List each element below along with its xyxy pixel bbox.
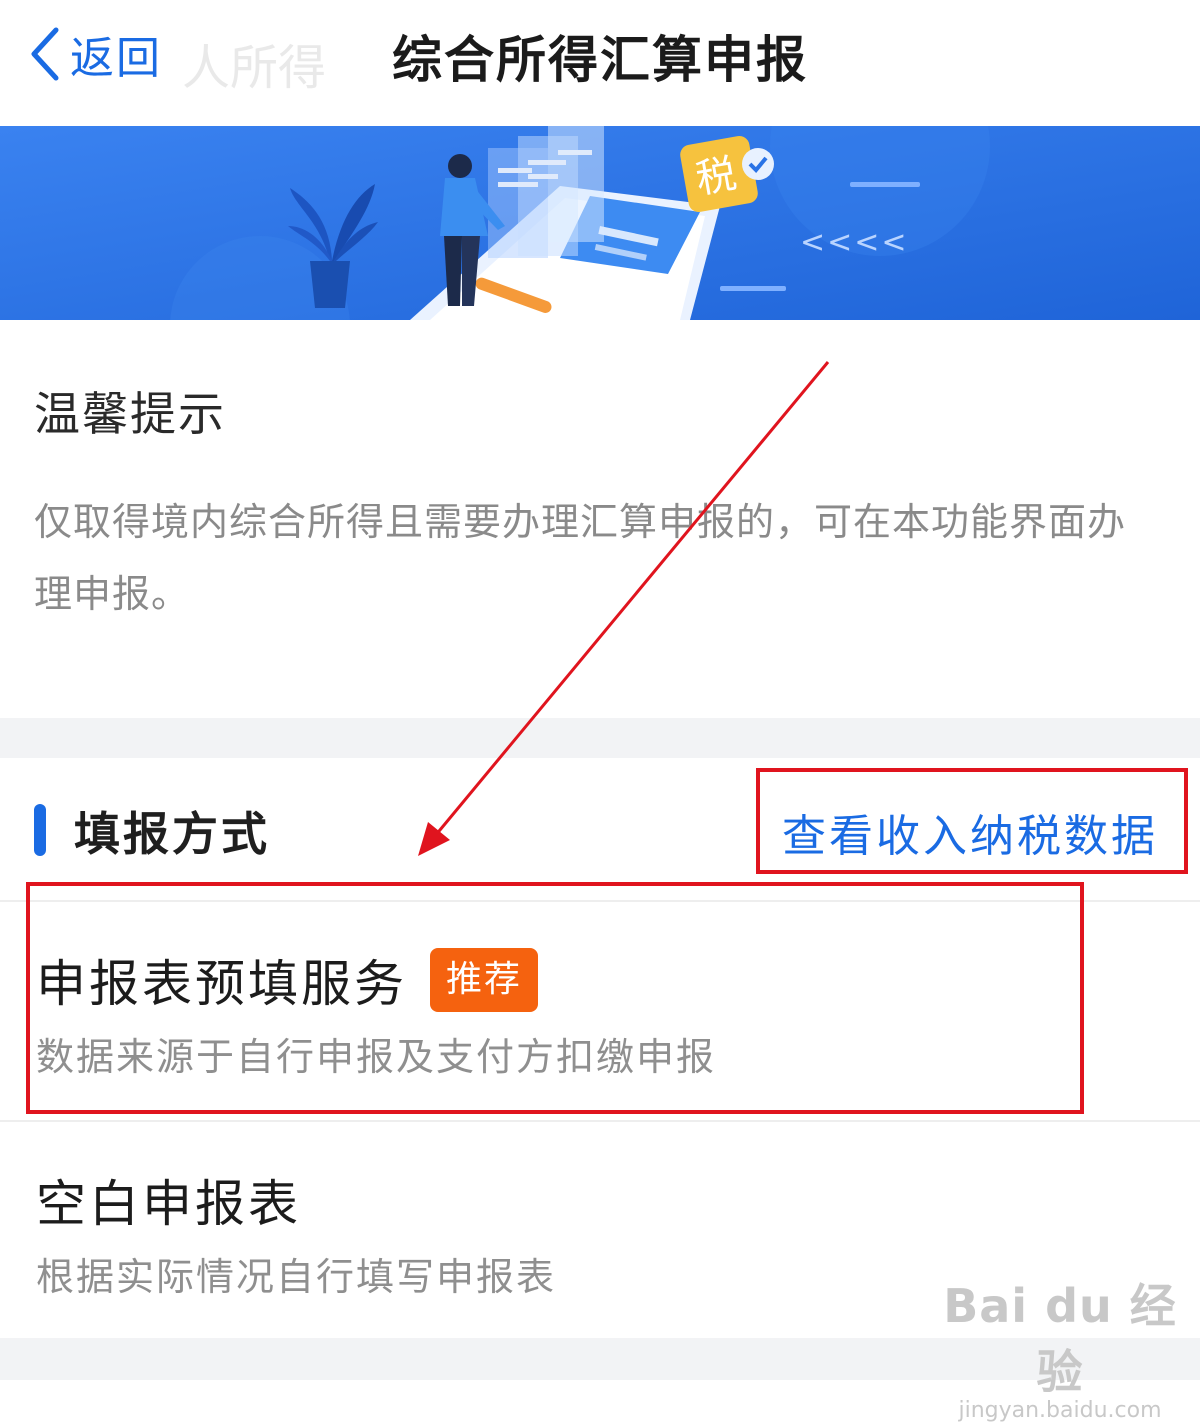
- nav-bar: 返回 人所得 综合所得汇算申报: [0, 0, 1200, 126]
- section-gap: [0, 718, 1200, 758]
- tax-badge-text: 税: [692, 151, 739, 203]
- divider: [0, 1120, 1200, 1122]
- tips-body: 仅取得境内综合所得且需要办理汇算申报的，可在本功能界面办理申报。: [34, 500, 1127, 616]
- chevrons-decoration: <<<<: [800, 225, 909, 260]
- option-title: 空白申报表: [36, 1175, 301, 1233]
- annotation-box-income-link: [756, 768, 1188, 874]
- watermark-sub: jingyan.baidu.com: [958, 1398, 1162, 1423]
- method-section-title: 填报方式: [74, 807, 270, 861]
- annotation-box-prefill-option: [26, 882, 1084, 1114]
- section-accent-bar: [34, 804, 46, 856]
- tips-title: 温馨提示: [34, 387, 226, 441]
- banner-artwork: 税 <<<<: [0, 126, 1200, 320]
- page-title: 综合所得汇算申报: [392, 31, 808, 89]
- watermark-main: Bai du 经验: [943, 1279, 1177, 1399]
- option-desc: 根据实际情况自行填写申报表: [36, 1255, 557, 1299]
- banner-illustration: 税 <<<<: [0, 126, 1200, 320]
- baidu-jingyan-watermark: Bai du 经验 jingyan.baidu.com: [920, 1270, 1200, 1423]
